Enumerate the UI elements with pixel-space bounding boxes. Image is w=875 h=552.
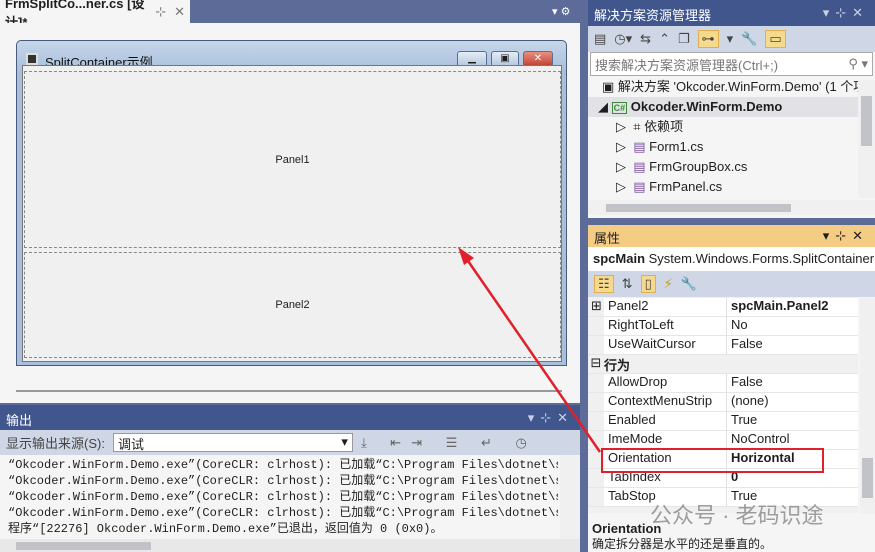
annotation-arrow (458, 247, 602, 453)
watermark: 公众号 · 老码识途 (650, 503, 824, 528)
